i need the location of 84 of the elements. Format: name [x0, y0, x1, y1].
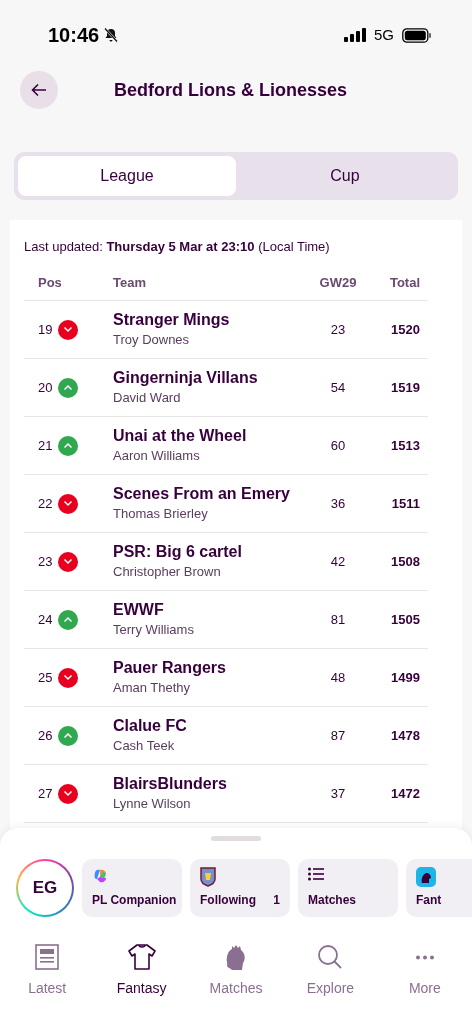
- shortcut-card[interactable]: Matches: [298, 859, 398, 917]
- gameweek-points: 42: [330, 553, 346, 569]
- back-button[interactable]: [20, 71, 58, 109]
- position-number: 26: [38, 726, 53, 745]
- avatar[interactable]: EG: [16, 859, 74, 917]
- manager-name: Lynne Wilson: [113, 794, 192, 813]
- column-header: Team: [113, 274, 146, 290]
- gameweek-points: 81: [330, 611, 346, 627]
- shortcut-card[interactable]: PL Companion: [82, 859, 182, 917]
- list-icon: [308, 867, 324, 881]
- back-arrow-icon: [31, 83, 47, 97]
- drag-handle[interactable]: [211, 836, 261, 841]
- gameweek-points: 36: [330, 495, 346, 511]
- gameweek-points: 48: [330, 669, 346, 685]
- column-header: Total: [389, 274, 420, 290]
- total-points: 1520: [391, 321, 420, 337]
- position-number: 21: [38, 436, 53, 455]
- gameweek-points: 37: [330, 785, 346, 801]
- position-number: 25: [38, 668, 53, 687]
- position-number: 24: [38, 610, 53, 629]
- last-updated-text: Last updated: Thursday 5 Mar at 23:10 (Local Time): [24, 238, 331, 256]
- total-points: 1472: [391, 785, 420, 801]
- search-icon: [317, 944, 344, 970]
- team-name: EWWF: [113, 599, 165, 620]
- battery-icon: [402, 27, 432, 43]
- total-points: 1513: [391, 437, 420, 453]
- team-name: Unai at the Wheel: [113, 425, 248, 446]
- team-name: Gingerninja Villans: [113, 367, 259, 388]
- shortcut-label: Fant: [416, 892, 442, 909]
- shortcut-card[interactable]: Fant: [406, 859, 472, 917]
- gameweek-points: 60: [330, 437, 346, 453]
- page-title: Bedford Lions & Lionesses: [114, 78, 348, 102]
- status-time: 10:46: [48, 23, 100, 48]
- signal-icon: [344, 28, 366, 42]
- bell-muted-icon: [103, 27, 120, 43]
- manager-name: Cash Teek: [113, 736, 176, 755]
- manager-name: David Ward: [113, 388, 182, 407]
- nav-tab[interactable]: Explore: [283, 941, 378, 1000]
- total-points: 1519: [391, 379, 420, 395]
- column-header: GW29: [319, 274, 357, 290]
- position-number: 27: [38, 784, 53, 803]
- total-points: 1508: [391, 553, 420, 569]
- gameweek-points: 23: [330, 321, 346, 337]
- manager-name: Aman Thethy: [113, 678, 192, 697]
- network-label: 5G: [374, 24, 394, 45]
- manager-name: Troy Downes: [113, 330, 191, 349]
- news-icon: [35, 944, 60, 970]
- team-name: BlairsBlunders: [113, 773, 228, 794]
- shortcut-count: 1: [273, 892, 280, 909]
- total-points: 1511: [391, 495, 420, 511]
- manager-name: Aaron Williams: [113, 446, 201, 465]
- position-number: 20: [38, 378, 53, 397]
- position-number: 19: [38, 320, 53, 339]
- team-name: PSR: Big 6 cartel: [113, 541, 243, 562]
- team-name: Pauer Rangers: [113, 657, 227, 678]
- shortcut-label: Matches: [308, 892, 357, 909]
- manager-name: Terry Williams: [113, 620, 195, 639]
- position-number: 23: [38, 552, 53, 571]
- lion-icon: [416, 867, 436, 887]
- more-icon: [414, 954, 435, 960]
- shortcut-label: PL Companion: [92, 892, 177, 909]
- nav-tab[interactable]: Latest: [0, 941, 95, 1000]
- lion-icon: [224, 943, 248, 971]
- team-name: Stranger Mings: [113, 309, 231, 330]
- gameweek-points: 54: [330, 379, 346, 395]
- tab[interactable]: League: [18, 156, 236, 196]
- crest-icon: [200, 867, 216, 887]
- manager-name: Thomas Brierley: [113, 504, 209, 523]
- total-points: 1505: [391, 611, 420, 627]
- gameweek-points: 87: [330, 727, 346, 743]
- total-points: 1499: [391, 669, 420, 685]
- column-header: Pos: [38, 273, 62, 292]
- team-name: Clalue FC: [113, 715, 188, 736]
- nav-tab[interactable]: Fantasy: [94, 941, 189, 1000]
- tab[interactable]: Cup: [236, 156, 454, 196]
- manager-name: Christopher Brown: [113, 562, 222, 581]
- shirt-icon: [127, 944, 156, 970]
- team-name: Scenes From an Emery: [113, 483, 291, 504]
- shortcut-card[interactable]: Following 1: [190, 859, 290, 917]
- nav-tab[interactable]: Matches: [188, 941, 284, 1000]
- nav-tab[interactable]: More: [377, 941, 472, 1000]
- shortcut-label: Following: [200, 892, 256, 909]
- position-number: 22: [38, 494, 53, 513]
- total-points: 1478: [391, 727, 420, 743]
